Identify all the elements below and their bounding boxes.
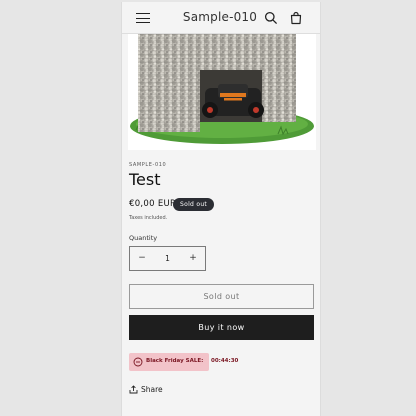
sold-out-button[interactable]: Sold out	[129, 284, 314, 309]
product-price: €0,00 EUR	[129, 199, 177, 209]
sale-badge: Black Friday SALE:	[129, 353, 209, 371]
cart-icon[interactable]	[289, 11, 303, 25]
increase-quantity-button[interactable]: +	[181, 247, 205, 270]
sold-out-badge: Sold out	[173, 198, 215, 211]
decrease-quantity-button[interactable]: −	[130, 247, 154, 270]
share-label: Share	[141, 385, 163, 394]
product-image[interactable]	[128, 30, 316, 150]
store-name[interactable]: Sample-010	[172, 10, 268, 24]
quantity-input[interactable]: 1	[154, 247, 181, 270]
sale-label: Black Friday SALE:	[146, 358, 204, 364]
product-page: Sample-010 SAMPLE-010 Test €0,00 EUR Sol…	[121, 2, 321, 416]
quantity-label: Quantity	[129, 234, 158, 242]
product-vendor: SAMPLE-010	[129, 162, 167, 168]
search-icon[interactable]	[264, 11, 278, 25]
hamburger-menu-icon[interactable]	[136, 12, 150, 24]
taxes-note: Taxes included.	[129, 215, 168, 221]
quantity-stepper: − 1 +	[129, 246, 206, 271]
site-header: Sample-010	[122, 2, 320, 34]
sale-countdown: 00:44:30	[211, 358, 239, 364]
buy-now-button[interactable]: Buy it now	[129, 315, 314, 340]
product-title: Test	[129, 170, 161, 189]
share-icon	[129, 385, 138, 394]
clock-icon	[133, 357, 143, 367]
